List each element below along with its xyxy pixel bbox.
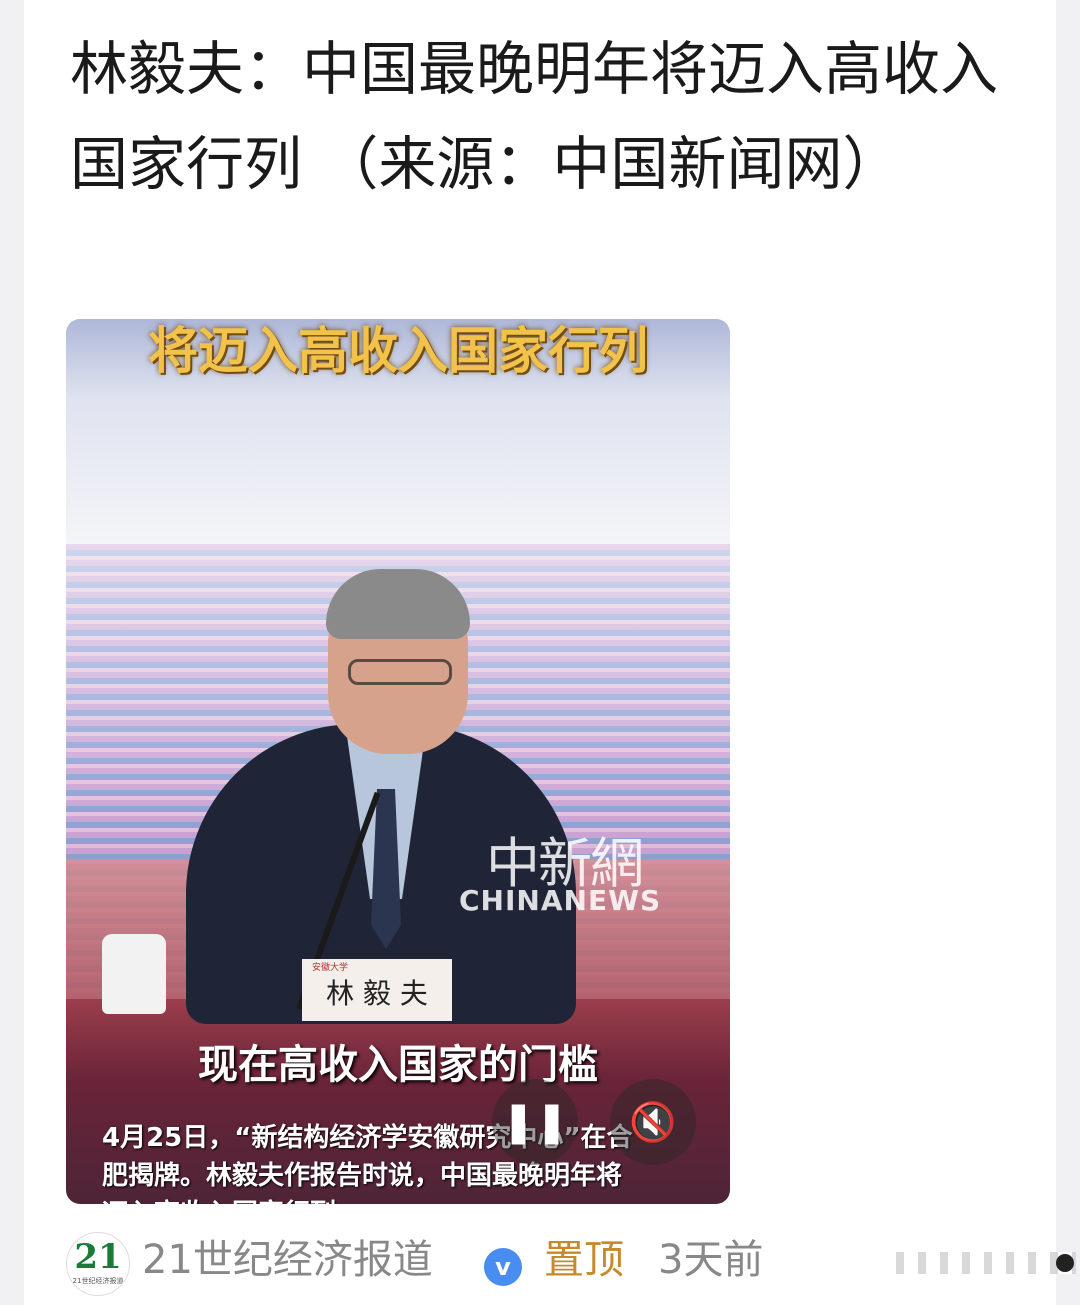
- glasses-icon: [348, 659, 452, 685]
- author-avatar[interactable]: 21 21世纪经济报道: [66, 1232, 130, 1296]
- more-options-fade: [896, 1252, 1076, 1274]
- muted-speaker-icon[interactable]: 🔇: [610, 1079, 696, 1165]
- pinned-label: 置顶: [544, 1237, 624, 1283]
- video-player[interactable]: 将迈入高收入国家行列 安徽大学 林 毅 夫 中新網 CHINANEWS 现在高收…: [66, 319, 730, 1204]
- verified-badge-icon: v: [484, 1248, 522, 1286]
- post-footer: 21 21世纪经济报道 21世纪经济报道 v 置顶 3天前: [66, 1228, 1076, 1296]
- speaker-nameplate: 安徽大学 林 毅 夫: [302, 959, 452, 1021]
- chinanews-watermark-en: CHINANEWS: [459, 884, 662, 917]
- post-headline[interactable]: 林毅夫：中国最晚明年将迈入高收入国家行列 （来源：中国新闻网）: [70, 22, 1010, 212]
- nameplate-name: 林 毅 夫: [326, 977, 428, 1010]
- more-options-icon[interactable]: [1056, 1254, 1074, 1272]
- post-time: 3天前: [658, 1237, 764, 1283]
- video-title-overlay: 将迈入高收入国家行列: [148, 322, 648, 380]
- nameplate-org: 安徽大学: [312, 963, 349, 973]
- post-card: 林毅夫：中国最晚明年将迈入高收入国家行列 （来源：中国新闻网） 将迈入高收入国家…: [24, 0, 1076, 1305]
- tea-cup: [102, 934, 166, 1014]
- author-name[interactable]: 21世纪经济报道: [142, 1232, 433, 1288]
- pause-icon[interactable]: ❚❚: [492, 1079, 578, 1165]
